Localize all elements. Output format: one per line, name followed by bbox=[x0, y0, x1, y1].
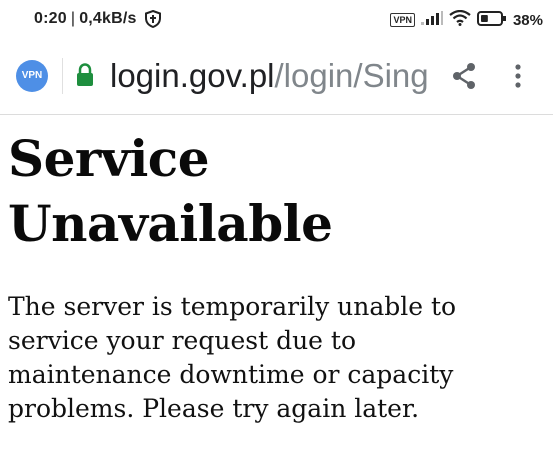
url-path: /login/Sing bbox=[274, 57, 429, 94]
status-vpn-indicator: VPN bbox=[390, 13, 415, 27]
toolbar-divider bbox=[62, 58, 63, 94]
browser-toolbar: VPN login.gov.pl/login/Sing bbox=[0, 38, 553, 115]
share-icon[interactable] bbox=[452, 62, 476, 90]
error-message: The server is temporarily unable to serv… bbox=[8, 292, 457, 423]
status-separator: | bbox=[70, 10, 76, 27]
page-content: Service Unavailable The server is tempor… bbox=[8, 116, 548, 426]
wifi-icon bbox=[449, 9, 471, 30]
error-title: Service Unavailable bbox=[8, 129, 333, 253]
status-net-speed: 0,4kB/s bbox=[79, 10, 137, 27]
signal-icon bbox=[420, 11, 443, 29]
url-domain: login.gov.pl bbox=[110, 57, 275, 94]
vpn-badge-button[interactable]: VPN bbox=[16, 60, 48, 92]
battery-icon bbox=[476, 10, 507, 30]
status-time: 0:20 bbox=[34, 10, 67, 27]
shield-icon bbox=[144, 9, 161, 29]
status-right: VPN 38% bbox=[390, 9, 543, 30]
status-left: 0:20 | 0,4kB/s bbox=[34, 9, 161, 29]
battery-percent: 38% bbox=[512, 11, 543, 29]
lock-icon[interactable] bbox=[76, 63, 94, 87]
more-vert-icon[interactable] bbox=[510, 62, 526, 90]
status-bar: 0:20 | 0,4kB/s VPN 38% bbox=[0, 0, 553, 38]
address-bar[interactable]: login.gov.pl/login/Sing bbox=[110, 56, 436, 96]
